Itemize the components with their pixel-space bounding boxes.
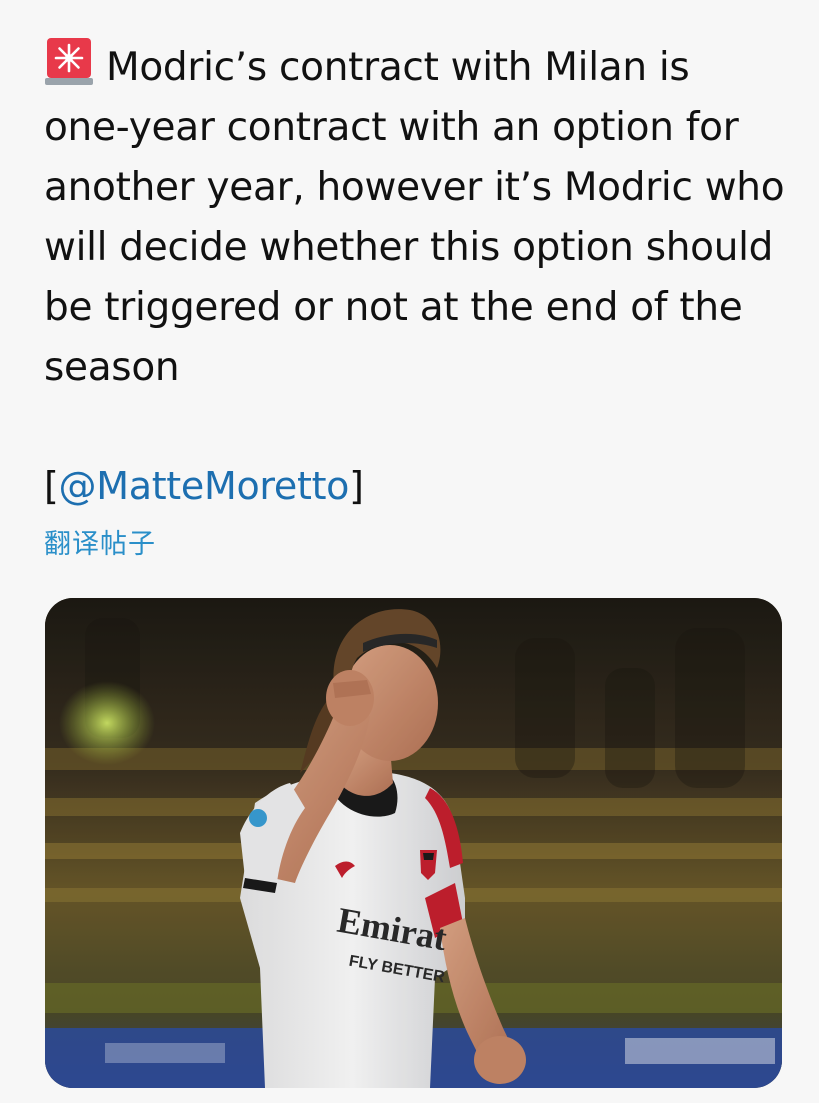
mention-open-bracket: [: [44, 464, 59, 508]
siren-icon: [44, 36, 94, 86]
tweet-line-6: season: [44, 345, 180, 390]
player-photo-illustration: Emirat FLY BETTER: [45, 598, 782, 1088]
mention-close-bracket: ]: [349, 464, 364, 508]
tweet-line-4: will decide whether this option should: [44, 225, 774, 270]
mention-line: [@MatteMoretto]: [44, 458, 364, 514]
tweet-text: Modric’s contract with Milan is one-year…: [44, 36, 794, 398]
tweet-line-1: Modric’s contract with Milan is: [44, 36, 794, 98]
tweet-line-2: one-year contract with an option for: [44, 105, 739, 150]
tweet-post: Modric’s contract with Milan is one-year…: [0, 0, 819, 1103]
tweet-line-5: be triggered or not at the end of the: [44, 285, 743, 330]
mention-link[interactable]: @MatteMoretto: [59, 464, 350, 508]
tweet-media-photo[interactable]: Emirat FLY BETTER: [45, 598, 782, 1088]
translate-post-link[interactable]: 翻译帖子: [44, 527, 156, 563]
tweet-line-text: Modric’s contract with Milan is: [106, 45, 690, 90]
tweet-line-3: another year, however it’s Modric who: [44, 165, 785, 210]
